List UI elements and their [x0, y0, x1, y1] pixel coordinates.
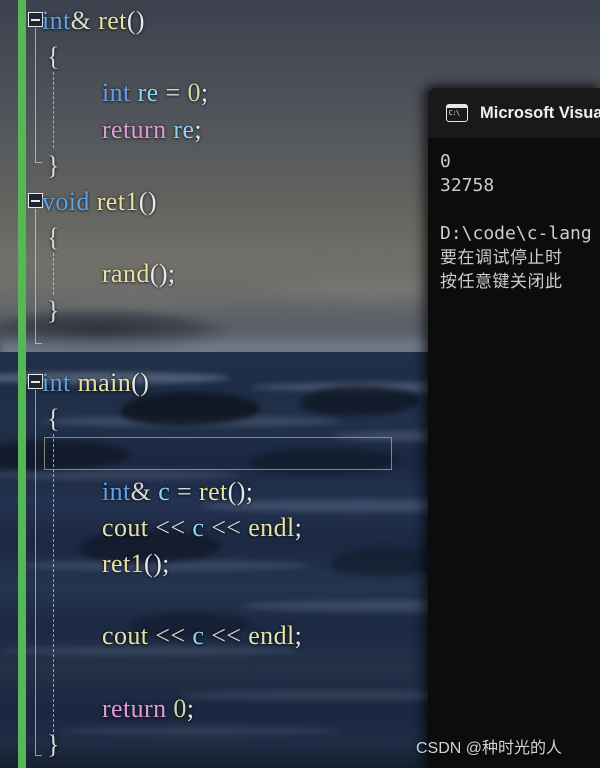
code-token: << [155, 512, 186, 542]
code-line[interactable]: ret1(); [102, 551, 170, 577]
code-line[interactable]: return 0; [102, 693, 195, 723]
code-token: c [158, 476, 171, 506]
code-token: return [102, 114, 167, 144]
watermark: CSDN @种时光的人 [416, 740, 563, 757]
code-token: << [155, 621, 186, 651]
console-output-line: 32758 [440, 175, 495, 196]
code-line[interactable]: } [47, 295, 60, 325]
code-token: (); [227, 476, 254, 506]
code-token: cout [102, 621, 149, 651]
code-line[interactable]: rand(); [102, 261, 176, 287]
console-title: Microsoft Visual [480, 103, 600, 122]
code-token: int [42, 6, 71, 35]
code-token: cout [102, 512, 149, 542]
code-line[interactable]: { [47, 44, 60, 70]
code-line[interactable]: int& c = ret(); [102, 476, 254, 506]
code-line[interactable]: } [47, 150, 60, 180]
console-output-line: 0 [440, 151, 451, 172]
code-token: int [42, 368, 71, 397]
code-token: return [102, 693, 167, 723]
code-token: ; [294, 621, 303, 651]
code-line[interactable]: { [47, 225, 60, 251]
code-line[interactable]: int main() [42, 370, 149, 396]
code-token: 0 [173, 693, 187, 723]
code-token: ret1 [102, 549, 145, 578]
code-token: int [102, 78, 131, 108]
code-token: ; [186, 693, 195, 723]
code-token: = [177, 476, 193, 506]
code-token: re [173, 114, 195, 144]
code-line[interactable]: return re; [102, 114, 203, 144]
code-line[interactable]: int re = 0; [102, 80, 208, 106]
code-token: } [47, 295, 60, 325]
code-text-layer[interactable]: int& ret(){int re = 0; return re;} void re… [0, 0, 430, 768]
code-token: ; [294, 512, 303, 542]
console-window[interactable]: C:\ Microsoft Visual 0 32758 D:\code\c-lan… [428, 88, 600, 768]
code-line[interactable]: cout << c << endl; [102, 623, 302, 649]
code-token: re [137, 78, 159, 108]
console-output: 0 32758 D:\code\c-lang 要在调试停止时 按任意键关闭此 [428, 138, 600, 768]
code-token: rand [102, 259, 150, 289]
cmd-console-icon: C:\ [446, 104, 468, 122]
code-token: & [130, 476, 152, 506]
code-token: { [47, 42, 60, 72]
code-line[interactable]: void ret1() [42, 189, 157, 215]
screenshot-root: int& ret(){int re = 0; return re;} void re… [0, 0, 600, 768]
console-output-line: 按任意键关闭此 [440, 272, 563, 292]
code-token: () [138, 187, 157, 216]
code-token: c [192, 621, 205, 651]
code-token: = [165, 78, 181, 108]
code-line[interactable]: int& ret() [42, 8, 145, 34]
code-token: (); [149, 259, 176, 289]
code-token: { [47, 223, 60, 253]
code-token: () [131, 368, 150, 397]
code-token: & [70, 6, 92, 35]
code-token: ret [199, 476, 228, 506]
console-output-line: D:\code\c-lang [440, 223, 592, 244]
console-title-bar[interactable]: C:\ Microsoft Visual [428, 88, 600, 138]
code-token: ; [194, 114, 203, 144]
code-token: ; [200, 78, 209, 108]
console-icon-label: C:\ [448, 109, 461, 117]
code-token: int [102, 476, 131, 506]
code-token: << [211, 621, 242, 651]
code-token: main [77, 368, 132, 397]
code-token: } [47, 730, 60, 759]
code-token: (); [144, 549, 170, 578]
code-token: endl [248, 621, 295, 651]
code-token: 0 [187, 78, 201, 108]
console-output-line: 要在调试停止时 [440, 248, 563, 268]
code-line[interactable]: { [47, 406, 60, 432]
code-token: endl [248, 512, 295, 542]
code-token: { [47, 404, 60, 434]
code-token: } [47, 150, 60, 180]
code-token: ret [98, 6, 127, 35]
code-token: << [211, 512, 242, 542]
code-line[interactable]: cout << c << endl; [102, 512, 303, 542]
code-token: c [192, 512, 205, 542]
code-token: void [42, 187, 90, 216]
code-token: () [126, 6, 145, 35]
code-line[interactable]: } [47, 732, 60, 758]
code-token: ret1 [96, 187, 139, 216]
